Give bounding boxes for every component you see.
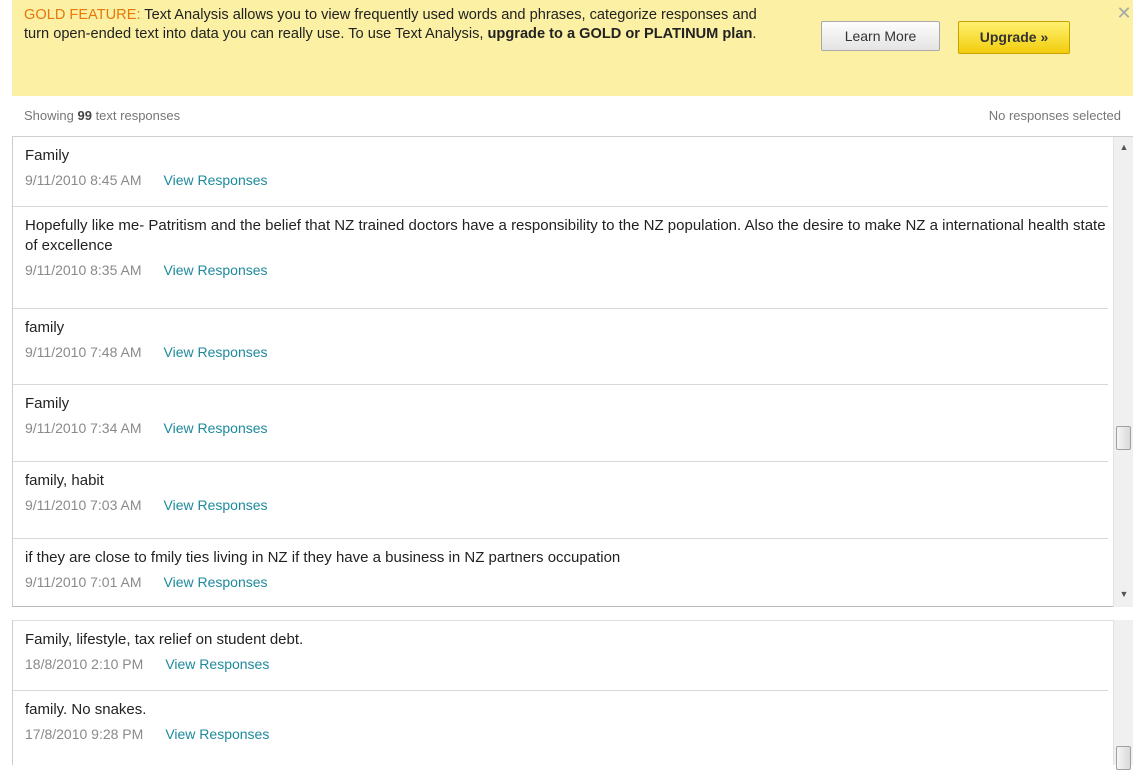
page-scroll-thumb[interactable]	[1116, 746, 1131, 770]
response-meta: 9/11/2010 8:45 AM View Responses	[25, 170, 1108, 190]
response-row[interactable]: family, habit 9/11/2010 7:03 AM View Respo…	[13, 462, 1108, 539]
view-responses-link[interactable]: View Responses	[165, 656, 269, 672]
gold-feature-banner: GOLD FEATURE: Text Analysis allows you t…	[12, 0, 1133, 96]
response-text: if they are close to fmily ties living i…	[25, 549, 621, 566]
view-responses-link[interactable]: View Responses	[164, 420, 268, 436]
response-meta: 9/11/2010 8:35 AM View Responses	[25, 260, 1108, 280]
response-meta: 9/11/2010 7:01 AM View Responses	[25, 572, 1108, 592]
response-row[interactable]: Family 9/11/2010 7:34 AM View Responses	[13, 385, 1108, 462]
response-row[interactable]: family 9/11/2010 7:48 AM View Responses	[13, 309, 1108, 385]
response-list-scrollbar[interactable]: ▲ ▼	[1113, 137, 1133, 607]
scroll-up-arrow-icon[interactable]: ▲	[1114, 139, 1133, 155]
upgrade-button[interactable]: Upgrade »	[958, 21, 1070, 54]
response-row[interactable]: Family, lifestyle, tax relief on student…	[13, 621, 1108, 691]
view-responses-link[interactable]: View Responses	[165, 726, 269, 742]
response-row[interactable]: Hopefully like me- Patritism and the bel…	[13, 207, 1108, 309]
response-timestamp: 9/11/2010 7:03 AM	[25, 497, 142, 513]
view-responses-link[interactable]: View Responses	[164, 344, 268, 360]
response-text: family, habit	[25, 472, 104, 489]
banner-message: GOLD FEATURE: Text Analysis allows you t…	[24, 6, 784, 44]
response-count: Showing 99 text responses	[24, 108, 181, 123]
view-responses-link[interactable]: View Responses	[164, 262, 268, 278]
response-list-continued[interactable]: Family, lifestyle, tax relief on student…	[12, 620, 1121, 765]
selection-status: No responses selected	[988, 108, 1121, 123]
scroll-down-arrow-icon[interactable]: ▼	[1114, 586, 1133, 602]
response-meta: 9/11/2010 7:34 AM View Responses	[25, 418, 1108, 438]
scroll-thumb[interactable]	[1116, 426, 1131, 450]
response-list[interactable]: Family 9/11/2010 8:45 AM View Responses Hop…	[12, 137, 1121, 607]
banner-tail: .	[752, 26, 757, 42]
response-timestamp: 9/11/2010 7:01 AM	[25, 574, 142, 590]
response-text: family. No snakes.	[25, 701, 147, 718]
view-responses-link[interactable]: View Responses	[164, 172, 268, 188]
response-text: Hopefully like me- Patritism and the bel…	[25, 217, 1106, 254]
learn-more-button[interactable]: Learn More	[821, 21, 940, 51]
view-responses-link[interactable]: View Responses	[164, 497, 268, 513]
response-meta: 17/8/2010 9:28 PM View Responses	[25, 724, 1108, 744]
upgrade-plan-emphasis: upgrade to a GOLD or PLATINUM plan	[487, 26, 753, 42]
page-scrollbar[interactable]	[1113, 620, 1133, 770]
responses-summary-bar: Showing 99 text responses No responses s…	[12, 96, 1133, 137]
response-text: family	[25, 319, 65, 336]
response-meta: 9/11/2010 7:03 AM View Responses	[25, 495, 1108, 515]
response-timestamp: 9/11/2010 7:48 AM	[25, 344, 142, 360]
response-timestamp: 9/11/2010 8:35 AM	[25, 262, 142, 278]
response-row[interactable]: if they are close to fmily ties living i…	[13, 539, 1108, 606]
response-timestamp: 18/8/2010 2:10 PM	[25, 656, 144, 672]
response-row[interactable]: Family 9/11/2010 8:45 AM View Responses	[13, 137, 1108, 207]
response-meta: 18/8/2010 2:10 PM View Responses	[25, 654, 1108, 674]
response-timestamp: 9/11/2010 7:34 AM	[25, 420, 142, 436]
response-row[interactable]: family. No snakes. 17/8/2010 9:28 PM View …	[13, 691, 1108, 765]
response-text: Family	[25, 395, 70, 412]
response-count-value: 99	[77, 108, 92, 123]
response-text: Family	[25, 147, 70, 164]
view-responses-link[interactable]: View Responses	[164, 574, 268, 590]
response-meta: 9/11/2010 7:48 AM View Responses	[25, 342, 1108, 362]
close-icon[interactable]: ✕	[1115, 4, 1133, 22]
banner-lead: GOLD FEATURE:	[24, 7, 141, 23]
response-timestamp: 9/11/2010 8:45 AM	[25, 172, 142, 188]
response-timestamp: 17/8/2010 9:28 PM	[25, 726, 144, 742]
response-text: Family, lifestyle, tax relief on student…	[25, 631, 304, 648]
